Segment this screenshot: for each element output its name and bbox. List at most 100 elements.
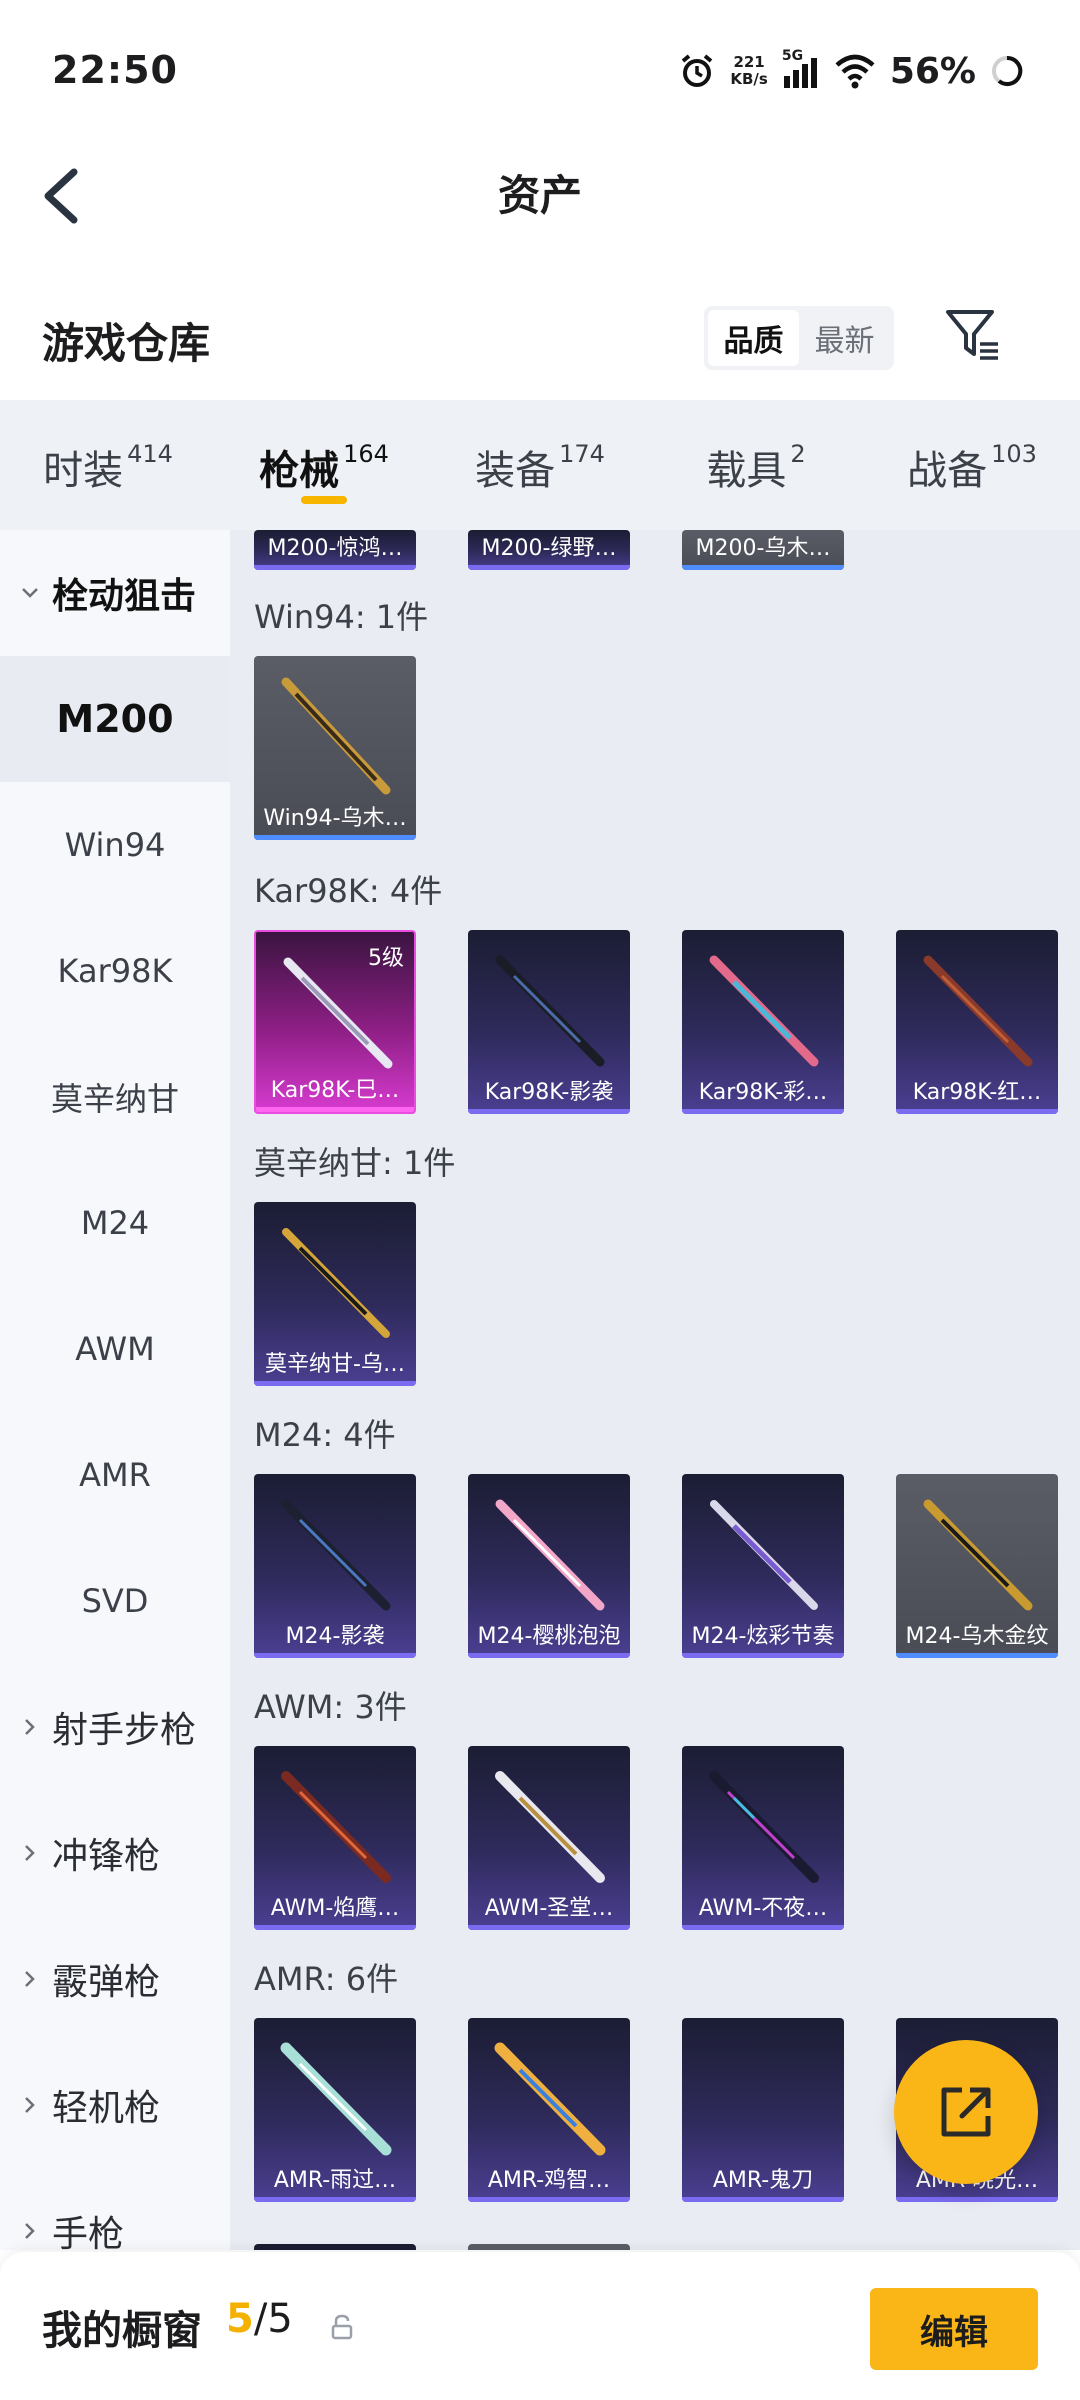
tab-fashion[interactable]: 时装 414 <box>0 400 216 530</box>
chevron-right-icon <box>25 1971 35 1987</box>
weapon-card[interactable]: 5级 Kar98K-巳… <box>254 930 416 1114</box>
warehouse-title: 游戏仓库 <box>42 319 211 368</box>
edit-button[interactable]: 编辑 <box>870 2288 1038 2370</box>
weapon-card[interactable]: M200-惊鸿… <box>254 530 416 570</box>
weapon-card[interactable]: M24-影袭 <box>254 1474 416 1658</box>
share-button[interactable] <box>894 2040 1038 2184</box>
chevron-right-icon <box>25 1719 35 1735</box>
sidebar-category-shotgun[interactable]: 霰弹枪 <box>0 1916 230 2042</box>
rarity-bar <box>468 565 630 570</box>
weapon-card[interactable]: 莫辛纳甘-乌… <box>254 1202 416 1386</box>
sidebar-item-kar98k[interactable]: Kar98K <box>0 908 230 1034</box>
filter-button[interactable] <box>940 302 1004 366</box>
weapon-card-label: M200-惊鸿… <box>267 536 403 561</box>
sidebar-item-label: SVD <box>81 1582 149 1620</box>
rarity-bar <box>682 1653 844 1658</box>
sidebar-item-svd[interactable]: SVD <box>0 1538 230 1664</box>
showcase-title: 我的橱窗 <box>42 2308 202 2354</box>
rarity-bar <box>896 1653 1058 1658</box>
page-title: 资产 <box>497 171 582 220</box>
rarity-bar <box>254 1653 416 1658</box>
rarity-bar <box>896 1109 1058 1114</box>
tab-firearms[interactable]: 枪械 164 <box>216 400 432 530</box>
sidebar-item-awm[interactable]: AWM <box>0 1286 230 1412</box>
rifle-icon <box>281 1771 391 1883</box>
sidebar-category-smg[interactable]: 冲锋枪 <box>0 1790 230 1916</box>
sidebar-category-label: 手枪 <box>52 2214 125 2250</box>
weapon-card[interactable] <box>468 2244 630 2250</box>
section-title-win94: Win94: 1件 <box>254 598 429 636</box>
tab-active-indicator <box>301 496 347 504</box>
tab-equipment[interactable]: 装备 174 <box>432 400 648 530</box>
weapon-card[interactable]: Kar98K-彩… <box>682 930 844 1114</box>
weapon-card[interactable]: M24-樱桃泡泡 <box>468 1474 630 1658</box>
rarity-bar <box>254 1381 416 1386</box>
rarity-bar <box>254 835 416 840</box>
chevron-right-icon <box>25 2097 35 2113</box>
rifle-icon <box>280 2042 392 2156</box>
rifle-icon <box>710 1500 818 1610</box>
rifle-icon <box>282 1228 390 1338</box>
rarity-bar <box>468 2197 630 2202</box>
sidebar-item-m24[interactable]: M24 <box>0 1160 230 1286</box>
tab-combat-supplies[interactable]: 战备 103 <box>864 400 1080 530</box>
warehouse-row: 游戏仓库 品质 最新 <box>0 290 1080 390</box>
showcase-count: 5/5 <box>226 2296 293 2342</box>
sidebar-category-lmg[interactable]: 轻机枪 <box>0 2042 230 2168</box>
rifle-icon <box>923 1499 1033 1611</box>
tab-vehicles[interactable]: 载具 2 <box>648 400 864 530</box>
rarity-bar <box>468 1925 630 1930</box>
weapon-card-label: Win94-乌木… <box>263 806 407 831</box>
sidebar-category-marksman[interactable]: 射手步枪 <box>0 1664 230 1790</box>
sidebar-category-pistol[interactable]: 手枪 <box>0 2168 230 2250</box>
alarm-icon <box>678 52 716 90</box>
weapon-card[interactable]: AWM-焰鹰… <box>254 1746 416 1930</box>
weapon-card[interactable]: AMR-鸡智… <box>468 2018 630 2202</box>
sort-option-newest[interactable]: 最新 <box>799 310 890 366</box>
weapon-card[interactable]: M200-绿野… <box>468 530 630 570</box>
share-external-icon <box>941 2087 991 2137</box>
weapon-card[interactable]: M200-乌木… <box>682 530 844 570</box>
weapon-card[interactable]: Win94-乌木… <box>254 656 416 840</box>
section-title-awm: AWM: 3件 <box>254 1688 407 1726</box>
battery-ring-icon <box>990 54 1024 88</box>
tab-count: 414 <box>127 440 173 468</box>
sidebar-category-label: 冲锋枪 <box>52 1836 161 1877</box>
sidebar-item-label: Win94 <box>64 826 166 864</box>
weapon-card[interactable]: Kar98K-红… <box>896 930 1058 1114</box>
weapon-card[interactable]: M24-炫彩节奏 <box>682 1474 844 1658</box>
rifle-icon <box>495 955 605 1067</box>
section-title-kar98k: Kar98K: 4件 <box>254 872 443 910</box>
sidebar-item-win94[interactable]: Win94 <box>0 782 230 908</box>
sidebar-item-mosin[interactable]: 莫辛纳甘 <box>0 1034 230 1160</box>
weapon-card[interactable]: AWM-圣堂… <box>468 1746 630 1930</box>
sort-option-quality[interactable]: 品质 <box>708 310 799 366</box>
rarity-bar <box>254 2197 416 2202</box>
weapon-card[interactable]: AMR-鬼刀 <box>682 2018 844 2202</box>
weapon-card[interactable]: Kar98K-影袭 <box>468 930 630 1114</box>
section-title-m24: M24: 4件 <box>254 1416 396 1454</box>
weapon-card[interactable]: AMR-雨过… <box>254 2018 416 2202</box>
weapon-card[interactable]: AWM-不夜… <box>682 1746 844 1930</box>
weapon-card-label: 莫辛纳甘-乌… <box>265 1352 405 1377</box>
tab-label: 枪械 <box>259 448 340 494</box>
tab-label: 装备 <box>475 448 556 494</box>
network-type: 5G <box>781 48 804 64</box>
sidebar-category-label: 射手步枪 <box>52 1710 197 1751</box>
sidebar-category-bolt-action[interactable]: 栓动狙击 <box>0 530 230 656</box>
lock-icon <box>330 2314 354 2340</box>
weapon-card[interactable] <box>254 2244 416 2250</box>
weapon-card[interactable]: M24-乌木金纹 <box>896 1474 1058 1658</box>
weapon-grid: M200-惊鸿… M200-绿野… M200-乌木… Win94: 1件 Win… <box>230 530 1080 2250</box>
weapon-sidebar: 栓动狙击 M200 Win94 Kar98K 莫辛纳甘 M24 AWM AMR … <box>0 530 230 2250</box>
sidebar-item-amr[interactable]: AMR <box>0 1412 230 1538</box>
tab-count: 103 <box>991 440 1037 468</box>
weapon-card-label: M200-绿野… <box>481 536 617 561</box>
sidebar-item-m200[interactable]: M200 <box>0 656 230 782</box>
showcase-count-total: /5 <box>253 2296 293 2342</box>
rarity-bar <box>682 2197 844 2202</box>
status-time: 22:50 <box>52 48 178 92</box>
sidebar-item-label: AMR <box>79 1456 151 1494</box>
rifle-icon <box>283 957 393 1069</box>
rifle-icon <box>495 1499 605 1611</box>
